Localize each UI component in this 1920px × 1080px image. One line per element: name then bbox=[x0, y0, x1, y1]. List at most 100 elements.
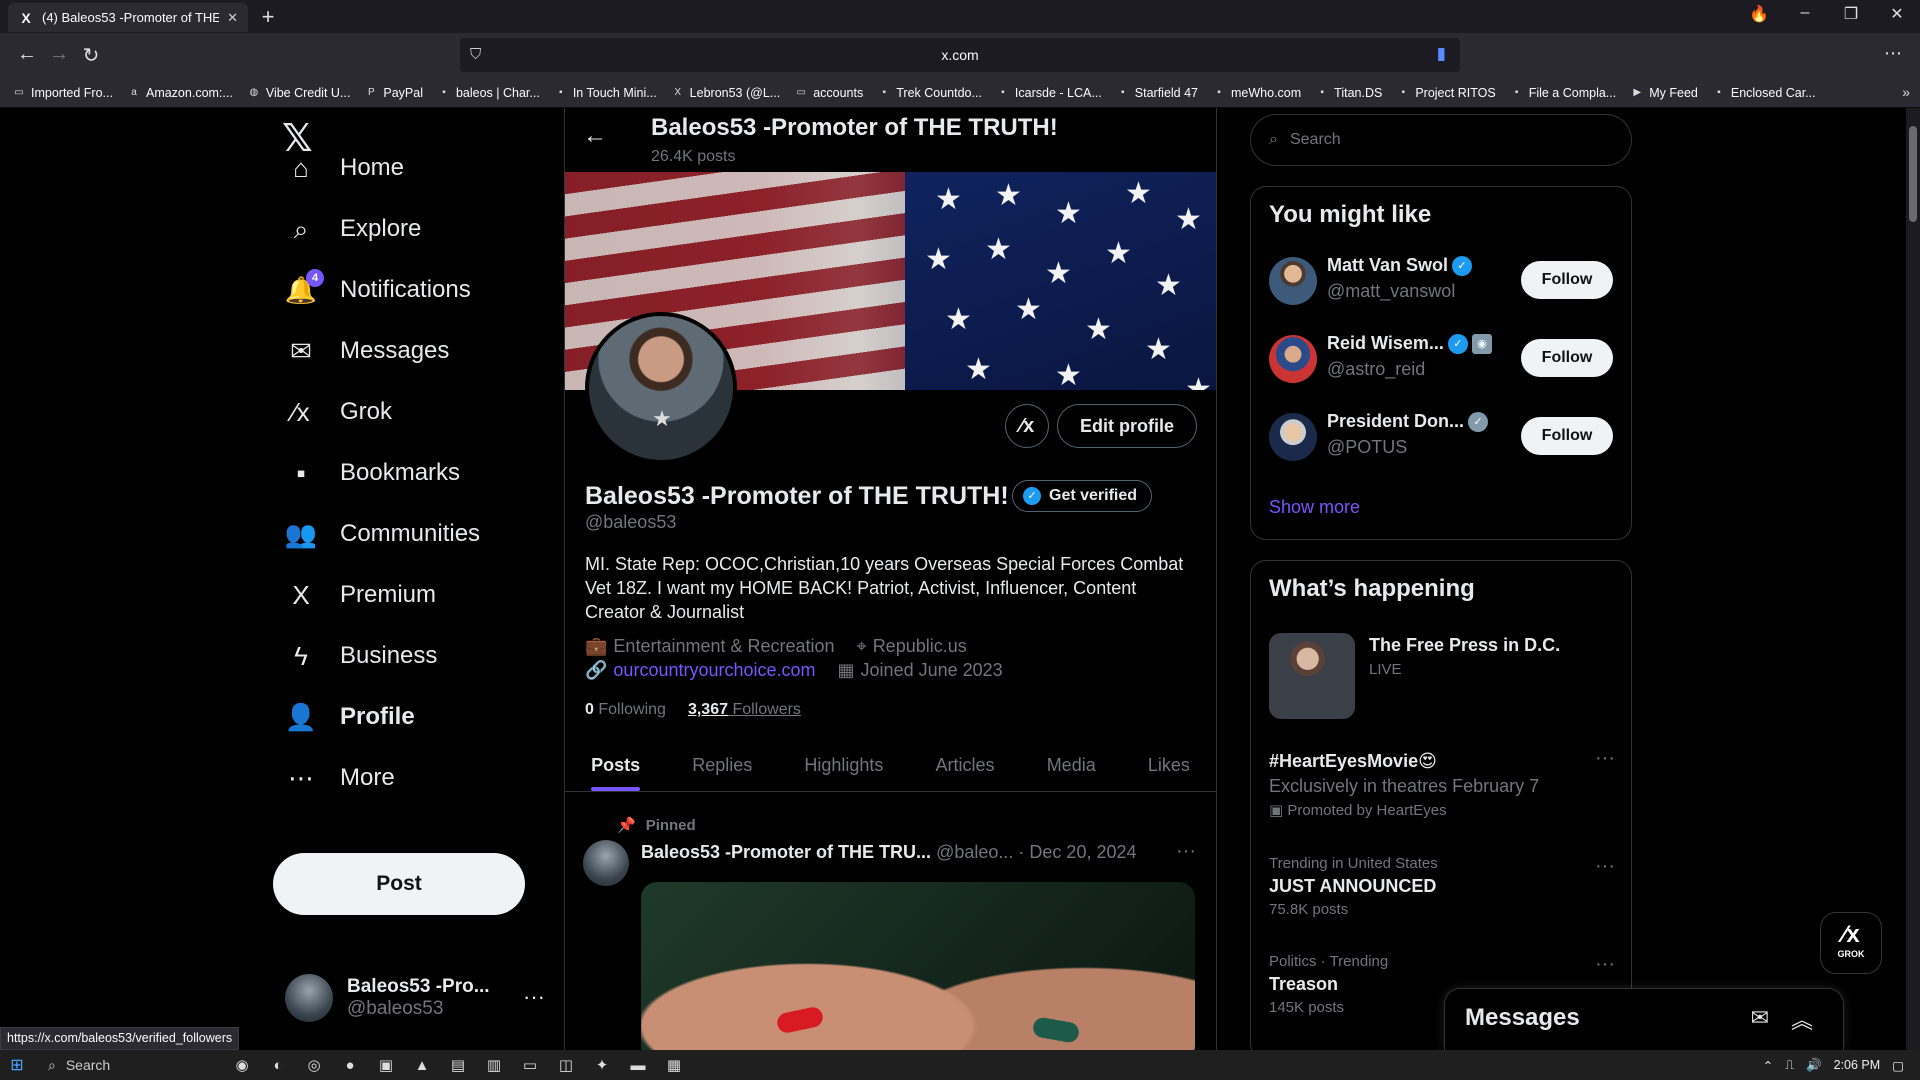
browser-menu-icon[interactable]: ⋯ bbox=[1884, 43, 1902, 64]
bookmark-item[interactable]: ▪ Trek Countdo... bbox=[877, 86, 981, 100]
post-author-handle[interactable]: @baleo... bbox=[936, 842, 1013, 862]
grok-floating-button[interactable]: ⁄x GROK bbox=[1820, 912, 1882, 974]
nav-item-grok[interactable]: ⁄x Grok bbox=[284, 386, 392, 438]
follow-button[interactable]: Follow bbox=[1521, 261, 1613, 299]
clock-time[interactable]: 2:06 PM bbox=[1834, 1058, 1881, 1072]
new-tab-icon[interactable]: + bbox=[256, 4, 280, 30]
back-arrow-icon[interactable]: ← bbox=[583, 122, 607, 150]
bookmark-item[interactable]: ▪ Titan.DS bbox=[1315, 86, 1382, 100]
tab-likes[interactable]: Likes bbox=[1148, 738, 1190, 791]
grok-profile-icon[interactable]: ⁄x bbox=[1005, 404, 1049, 448]
bookmark-item[interactable]: X Lebron53 (@L... bbox=[671, 86, 780, 100]
bookmark-star-icon[interactable]: ▮ bbox=[1437, 44, 1446, 64]
address-bar[interactable]: ⛉ x.com ▮ bbox=[460, 38, 1460, 72]
follow-button[interactable]: Follow bbox=[1521, 417, 1613, 455]
tab-posts[interactable]: Posts bbox=[591, 738, 641, 791]
expand-drawer-icon[interactable]: ︽ bbox=[1791, 1003, 1813, 1035]
back-icon[interactable]: ← bbox=[14, 43, 40, 66]
close-tab-icon[interactable]: ✕ bbox=[227, 10, 238, 26]
new-message-icon[interactable]: ✉ bbox=[1751, 1005, 1769, 1031]
edge-icon[interactable]: ◐ bbox=[260, 1057, 296, 1074]
vlc-icon[interactable]: ▲ bbox=[404, 1057, 440, 1074]
nav-item-profile[interactable]: 👤 Profile bbox=[284, 691, 415, 743]
post-button[interactable]: Post bbox=[273, 853, 525, 915]
edit-profile-button[interactable]: Edit profile bbox=[1057, 404, 1197, 448]
flame-icon[interactable]: 🔥 bbox=[1744, 4, 1774, 24]
post-more-icon[interactable]: ··· bbox=[1176, 840, 1196, 863]
profile-avatar[interactable]: ★ bbox=[585, 312, 737, 464]
minimize-icon[interactable]: – bbox=[1790, 4, 1820, 22]
network-icon[interactable]: ⎍ bbox=[1785, 1058, 1794, 1073]
firefox-icon[interactable]: ◉ bbox=[224, 1056, 260, 1074]
bookmark-item[interactable]: ▪ Starfield 47 bbox=[1116, 86, 1198, 100]
app-icon[interactable]: ▣ bbox=[368, 1056, 404, 1074]
nav-item-business[interactable]: ϟ Business bbox=[284, 630, 437, 682]
post-author-avatar[interactable] bbox=[583, 840, 629, 886]
profile-website-link[interactable]: ourcountryourchoice.com bbox=[613, 660, 815, 680]
bookmark-item[interactable]: ▪ Project RITOS bbox=[1396, 86, 1496, 100]
scrollbar-thumb[interactable] bbox=[1909, 126, 1917, 222]
app-icon-3[interactable]: ✦ bbox=[584, 1056, 620, 1074]
forward-icon[interactable]: → bbox=[46, 43, 72, 66]
bookmark-item[interactable]: ◍ Vibe Credit U... bbox=[247, 86, 350, 100]
bookmark-item[interactable]: P PayPal bbox=[364, 86, 423, 100]
bookmark-item[interactable]: ▪ File a Compla... bbox=[1510, 86, 1616, 100]
page-scrollbar[interactable] bbox=[1906, 108, 1920, 1050]
bookmark-item[interactable]: ▶ My Feed bbox=[1630, 86, 1698, 100]
tab-replies[interactable]: Replies bbox=[692, 738, 752, 791]
suggested-user-avatar[interactable] bbox=[1269, 335, 1317, 383]
trend-more-icon[interactable]: ··· bbox=[1595, 855, 1615, 878]
nav-item-bookmarks[interactable]: ▪ Bookmarks bbox=[284, 447, 460, 499]
account-switcher[interactable]: Baleos53 -Pro... @baleos53 ··· bbox=[285, 970, 545, 1026]
reload-icon[interactable]: ↻ bbox=[78, 43, 104, 68]
post-date[interactable]: · Dec 20, 2024 bbox=[1018, 842, 1136, 862]
suggested-user-avatar[interactable] bbox=[1269, 257, 1317, 305]
bookmark-item[interactable]: ▪ Icarsde - LCA... bbox=[996, 86, 1102, 100]
app-icon-2[interactable]: ◫ bbox=[548, 1056, 584, 1074]
get-verified-button[interactable]: ✓ Get verified bbox=[1012, 480, 1153, 512]
nav-item-home[interactable]: ⌂ Home bbox=[284, 142, 404, 194]
app-icon-4[interactable]: ▦ bbox=[656, 1056, 692, 1074]
nav-item-messages[interactable]: ✉ Messages bbox=[284, 325, 449, 377]
nav-item-explore[interactable]: ⌕ Explore bbox=[284, 203, 422, 255]
suggested-user-avatar[interactable] bbox=[1269, 413, 1317, 461]
suggested-user-name[interactable]: Reid Wisem... ✓ ◉ bbox=[1327, 333, 1492, 355]
suggested-user[interactable]: President Don... ✓ @POTUS Follow bbox=[1269, 407, 1615, 467]
spotify-icon[interactable]: ● bbox=[332, 1057, 368, 1074]
bookmark-item[interactable]: ▪ Enclosed Car... bbox=[1712, 86, 1816, 100]
nav-item-notifications[interactable]: 🔔 4 Notifications bbox=[284, 264, 471, 316]
browser-tab-active[interactable]: X (4) Baleos53 -Promoter of THE ✕ bbox=[8, 3, 248, 32]
file-explorer-icon[interactable]: ▭ bbox=[512, 1056, 548, 1074]
calculator-icon[interactable]: ▤ bbox=[440, 1056, 476, 1074]
trend-more-icon[interactable]: ··· bbox=[1595, 747, 1615, 770]
bookmark-item[interactable]: ▪ In Touch Mini... bbox=[554, 86, 657, 100]
trend-more-icon[interactable]: ··· bbox=[1595, 953, 1615, 976]
bookmark-item[interactable]: ▭ Imported Fro... bbox=[12, 86, 113, 100]
notepad-icon[interactable]: ▥ bbox=[476, 1056, 512, 1074]
volume-icon[interactable]: 🔊 bbox=[1806, 1058, 1822, 1073]
trend-item[interactable]: #HeartEyesMovie😍 Exclusively in theatres … bbox=[1269, 747, 1615, 819]
followers-link[interactable]: 3,367 Followers bbox=[688, 701, 801, 719]
bookmark-item[interactable]: ▪ meWho.com bbox=[1212, 86, 1301, 100]
following-link[interactable]: 0 Following bbox=[585, 701, 666, 719]
suggested-user-name[interactable]: President Don... ✓ bbox=[1327, 411, 1489, 433]
live-event-title[interactable]: The Free Press in D.C. bbox=[1369, 635, 1560, 656]
bookmark-item[interactable]: a Amazon.com:... bbox=[127, 86, 233, 100]
restore-icon[interactable]: ❐ bbox=[1836, 4, 1866, 24]
opera-icon[interactable]: ◎ bbox=[296, 1056, 332, 1074]
bookmarks-overflow-icon[interactable]: » bbox=[1902, 84, 1910, 100]
post-author-name[interactable]: Baleos53 -Promoter of THE TRU... bbox=[641, 842, 931, 862]
nav-item-more[interactable]: ⋯ More bbox=[284, 752, 395, 804]
terminal-icon[interactable]: ▬ bbox=[620, 1057, 656, 1074]
messages-drawer[interactable]: Messages ✉ ︽ bbox=[1444, 988, 1844, 1050]
notification-center-icon[interactable]: ▢ bbox=[1892, 1058, 1904, 1073]
bookmark-item[interactable]: ▭ accounts bbox=[794, 86, 863, 100]
account-more-icon[interactable]: ··· bbox=[523, 984, 545, 1010]
post-image[interactable] bbox=[641, 882, 1195, 1050]
trend-item[interactable]: Trending in United States JUST ANNOUNCED 7… bbox=[1269, 855, 1615, 918]
show-more-link[interactable]: Show more bbox=[1269, 497, 1360, 518]
bookmark-item[interactable]: ▪ baleos | Char... bbox=[437, 86, 540, 100]
tab-media[interactable]: Media bbox=[1047, 738, 1096, 791]
suggested-user[interactable]: Matt Van Swol ✓ @matt_vanswol Follow bbox=[1269, 251, 1615, 311]
windows-start-icon[interactable]: ⊞ bbox=[0, 1055, 34, 1075]
